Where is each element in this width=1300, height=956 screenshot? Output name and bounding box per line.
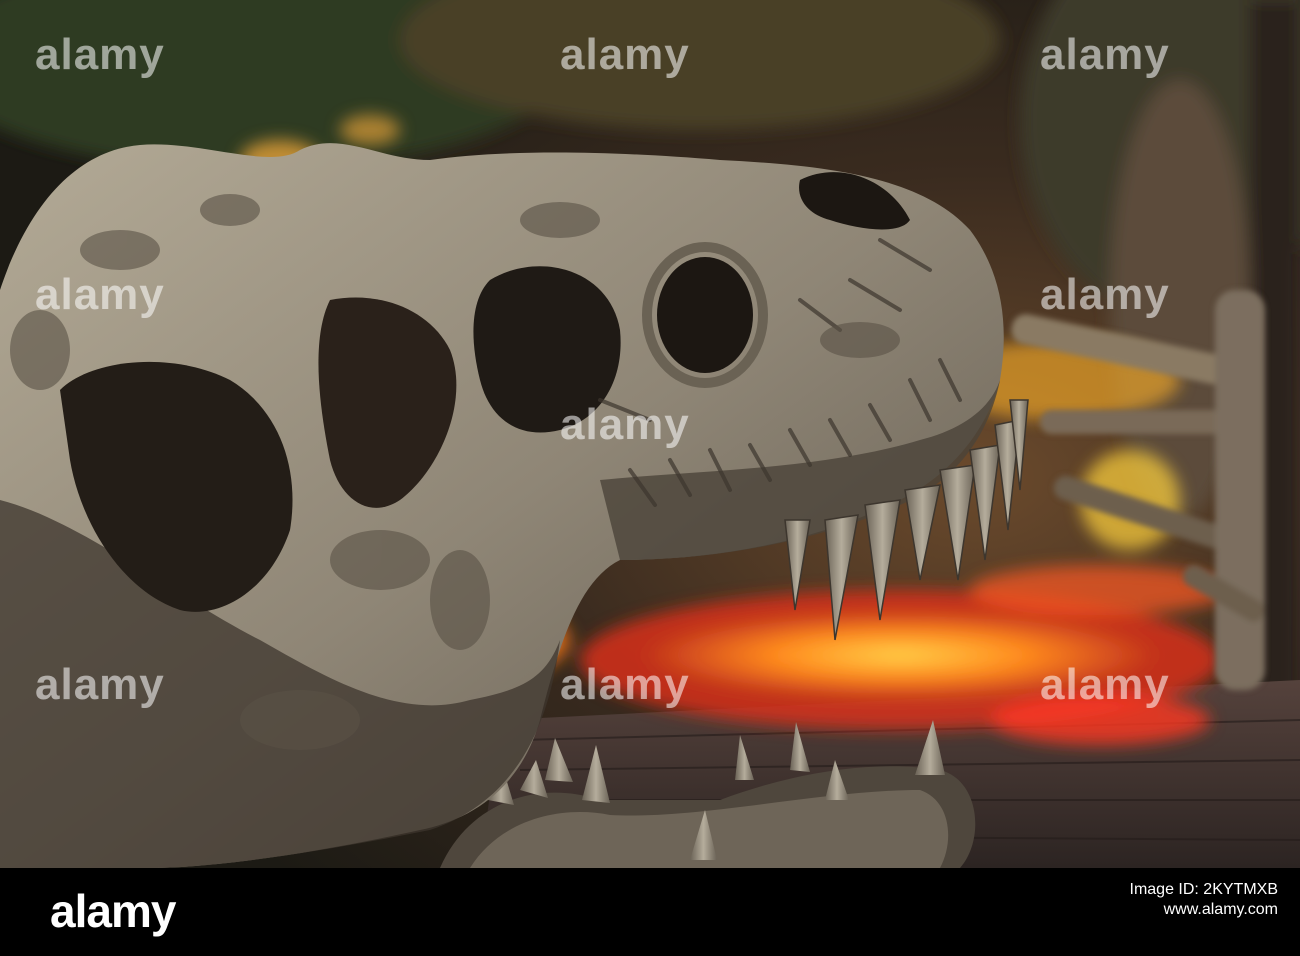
stock-footer-bar: alamy Image ID: 2KYTMXB www.alamy.com xyxy=(0,868,1300,956)
eye-socket xyxy=(657,257,753,373)
brand-logo: alamy xyxy=(50,885,176,937)
image-info: Image ID: 2KYTMXB www.alamy.com xyxy=(1130,880,1279,920)
stock-photo: alamy alamy alamy alamy alamy alamy alam… xyxy=(0,0,1300,956)
image-id: Image ID: 2KYTMXB xyxy=(1129,881,1279,898)
dinosaur-skull-photo xyxy=(0,0,1300,868)
site-url: www.alamy.com xyxy=(1163,901,1278,918)
